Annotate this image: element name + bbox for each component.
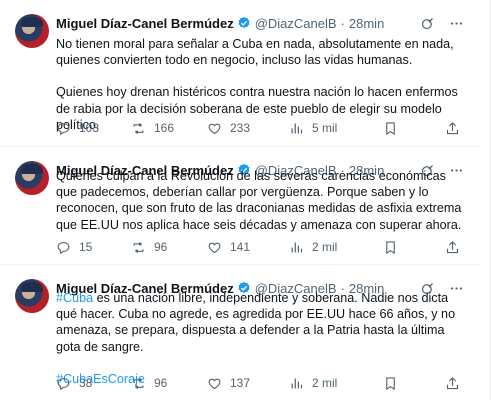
reply-icon (57, 122, 70, 135)
bookmark-icon (386, 121, 395, 135)
avatar[interactable] (15, 161, 49, 195)
bookmark-icon (386, 376, 395, 390)
like-count: 141 (230, 240, 251, 254)
avatar-cap (21, 282, 43, 292)
views-button[interactable]: 5 mil (289, 121, 379, 136)
tweet-header: Miguel Díaz-Canel Bermúdez @DiazCanelB ·… (56, 14, 464, 32)
reply-button[interactable]: 38 (56, 376, 131, 391)
retweet-count: 166 (154, 121, 175, 135)
verified-badge-icon (238, 16, 250, 29)
reply-icon (57, 241, 70, 254)
tweet-actions: 103 166 233 5 mil (56, 119, 460, 137)
tweet[interactable]: Miguel Díaz-Canel Bermúdez @DiazCanelB ·… (0, 265, 480, 400)
retweet-button[interactable]: 96 (131, 376, 207, 391)
reply-button[interactable]: 15 (56, 240, 131, 255)
avatar-cap (21, 17, 43, 27)
tweet-paragraph: Quienes culpan a la Revolución de las se… (56, 169, 462, 232)
avatar[interactable] (15, 14, 49, 48)
avatar[interactable] (15, 279, 49, 313)
like-button[interactable]: 233 (207, 121, 289, 136)
retweet-button[interactable]: 96 (131, 240, 207, 255)
share-icon (446, 240, 459, 253)
timeline: Miguel Díaz-Canel Bermúdez @DiazCanelB ·… (0, 0, 491, 400)
like-button[interactable]: 141 (207, 240, 289, 255)
view-count: 5 mil (312, 121, 338, 135)
view-count: 2 mil (312, 240, 338, 254)
retweet-icon (133, 122, 144, 134)
retweet-button[interactable]: 166 (131, 121, 207, 136)
like-count: 137 (230, 376, 251, 390)
views-button[interactable]: 2 mil (289, 240, 379, 255)
reply-button[interactable]: 103 (56, 121, 131, 136)
tweet-actions: 38 96 137 2 mil (56, 374, 460, 392)
reply-icon (57, 377, 70, 390)
grok-icon[interactable] (420, 16, 435, 31)
tweet-text: Quienes culpan a la Revolución de las se… (56, 168, 466, 233)
bookmark-button[interactable] (383, 121, 398, 136)
reply-count: 15 (79, 240, 93, 254)
share-button[interactable] (445, 376, 460, 391)
author-name[interactable]: Miguel Díaz-Canel Bermúdez (56, 16, 234, 31)
share-button[interactable] (445, 121, 460, 136)
views-icon (291, 378, 303, 388)
tweet-text-run: es una nación libre, independiente y sob… (56, 291, 456, 354)
more-options-icon[interactable] (449, 16, 464, 31)
share-icon (446, 376, 459, 389)
bookmark-icon (386, 240, 395, 254)
hashtag-link[interactable]: #Cuba (56, 291, 93, 305)
like-count: 233 (230, 121, 251, 135)
tweet[interactable]: Miguel Díaz-Canel Bermúdez @DiazCanelB ·… (0, 147, 480, 265)
header-icons (420, 16, 464, 31)
retweet-icon (133, 377, 144, 389)
like-button[interactable]: 137 (207, 376, 289, 391)
author-handle[interactable]: @DiazCanelB (255, 16, 337, 31)
separator-dot: · (340, 15, 345, 31)
retweet-icon (133, 241, 144, 253)
tweet-paragraph: #Cuba es una nación libre, independiente… (56, 290, 466, 355)
heart-icon (208, 378, 221, 389)
bookmark-button[interactable] (383, 240, 398, 255)
bookmark-button[interactable] (383, 376, 398, 391)
views-icon (291, 123, 303, 133)
heart-icon (208, 123, 221, 134)
heart-icon (208, 242, 221, 253)
share-button[interactable] (445, 240, 460, 255)
avatar-cap (21, 164, 43, 174)
retweet-count: 96 (154, 240, 168, 254)
retweet-count: 96 (154, 376, 168, 390)
tweet-paragraph: No tienen moral para señalar a Cuba en n… (56, 37, 454, 68)
share-icon (446, 121, 459, 134)
timestamp[interactable]: 28min (349, 16, 384, 31)
tweet-text: #Cuba es una nación libre, independiente… (56, 290, 466, 387)
reply-count: 103 (79, 121, 100, 135)
views-icon (291, 242, 303, 252)
view-count: 2 mil (312, 376, 338, 390)
views-button[interactable]: 2 mil (289, 376, 379, 391)
tweet-actions: 15 96 141 2 mil (56, 238, 460, 256)
reply-count: 38 (79, 376, 93, 390)
tweet[interactable]: Miguel Díaz-Canel Bermúdez @DiazCanelB ·… (0, 0, 480, 147)
